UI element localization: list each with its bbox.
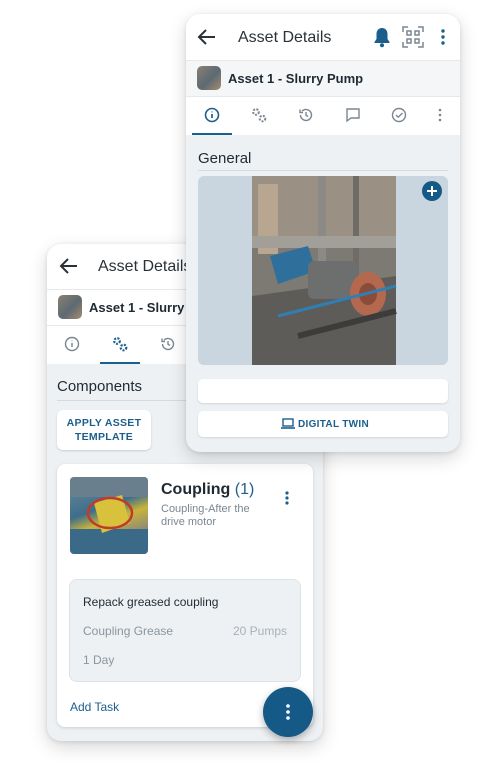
apply-asset-template-button[interactable]: APPLY ASSET TEMPLATE [57,410,151,450]
page-title: Asset Details [238,29,332,46]
asset-photo-area [198,176,448,365]
laptop-icon [281,418,295,430]
divider [198,170,448,171]
tab-bar [186,96,460,135]
active-tab-indicator [192,133,232,135]
info-icon[interactable] [202,105,222,125]
component-name: Coupling [161,481,231,498]
digital-twin-label: DIGITAL TWIN [298,419,369,430]
more-vertical-icon[interactable] [438,27,448,47]
bell-icon[interactable] [372,26,392,48]
component-count: (1) [234,481,255,498]
active-tab-indicator [100,362,140,364]
add-task-link[interactable]: Add Task [70,700,119,714]
page-title: Asset Details [98,258,192,275]
asset-thumbnail [58,295,82,319]
component-photo[interactable] [70,477,148,554]
component-title: Coupling (1) [161,481,254,499]
section-title: General [198,150,252,167]
task-card[interactable]: Repack greased coupling Coupling Grease … [69,579,301,682]
gears-icon[interactable] [110,334,130,354]
history-icon[interactable] [158,334,178,354]
section-title: Components [57,378,143,395]
digital-twin-button[interactable]: DIGITAL TWIN [198,411,448,437]
task-frequency: 1 Day [83,653,115,667]
gears-icon[interactable] [249,105,269,125]
divider [57,400,197,401]
asset-photo[interactable] [198,176,448,365]
asset-name: Asset 1 - Slurry P [89,300,197,315]
info-icon[interactable] [62,334,82,354]
check-circle-icon[interactable] [389,105,409,125]
back-arrow-icon[interactable] [195,25,219,49]
back-arrow-icon[interactable] [57,254,81,278]
add-photo-button[interactable] [422,181,442,201]
qr-code-icon[interactable] [402,26,424,48]
task-quantity: 20 Pumps [232,624,287,638]
history-icon[interactable] [296,105,316,125]
asset-name: Asset 1 - Slurry Pump [228,71,364,86]
app-bar: Asset Details [186,14,460,60]
comment-icon[interactable] [343,105,363,125]
more-vertical-icon[interactable] [430,105,450,125]
task-name: Repack greased coupling [83,595,219,609]
asset-details-general-screen: Asset Details Asset 1 - Slurry Pump Gene… [186,14,460,452]
component-description: Coupling-After the drive motor [161,503,250,528]
asset-thumbnail [197,66,221,90]
floating-action-button[interactable] [263,687,313,737]
task-material: Coupling Grease [83,624,174,638]
asset-header[interactable]: Asset 1 - Slurry Pump [186,60,460,97]
asset-field[interactable] [198,379,448,403]
more-vertical-icon[interactable] [279,489,295,507]
